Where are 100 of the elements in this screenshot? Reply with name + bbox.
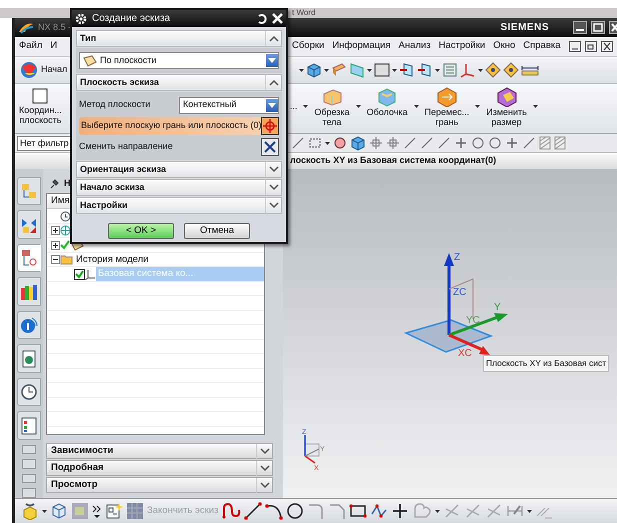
move-icon[interactable] bbox=[386, 136, 400, 150]
resource-tab[interactable] bbox=[17, 210, 41, 239]
select-button[interactable] bbox=[261, 117, 279, 135]
resource-tab[interactable] bbox=[17, 244, 41, 272]
window-title: NX 8.5 - bbox=[38, 20, 72, 34]
resource-tab[interactable] bbox=[17, 411, 41, 440]
section-header[interactable]: Просмотр bbox=[46, 477, 273, 493]
minimize-icon[interactable] bbox=[569, 41, 581, 52]
menu-item[interactable]: Информация bbox=[328, 39, 395, 54]
cancel-button[interactable]: Отмена bbox=[184, 223, 250, 239]
axis-label: XC bbox=[458, 348, 472, 359]
menu-item[interactable]: Окно bbox=[489, 39, 520, 54]
cube-icon[interactable] bbox=[350, 135, 366, 151]
type-dropdown[interactable]: По плоскости bbox=[79, 52, 279, 69]
ribbon-button[interactable]: Оболочка bbox=[366, 84, 408, 117]
wireframe-cube-icon[interactable] bbox=[50, 502, 68, 520]
group-header[interactable]: Начало эскиза bbox=[76, 179, 282, 196]
datum-icon bbox=[60, 225, 71, 236]
info-icon bbox=[20, 316, 38, 334]
expand-icon[interactable] bbox=[51, 226, 60, 235]
resource-tab[interactable] bbox=[17, 310, 41, 340]
face-arrow-icon[interactable] bbox=[417, 62, 434, 78]
minimize-icon[interactable] bbox=[573, 21, 587, 34]
menu-item[interactable]: Файл bbox=[15, 39, 46, 54]
section-header[interactable]: Зависимости bbox=[46, 443, 273, 459]
ribbon-button[interactable]: Изменить размер bbox=[486, 84, 527, 127]
csys-drawing[interactable] bbox=[404, 253, 508, 355]
crosshair-icon bbox=[263, 119, 278, 133]
menu-item[interactable]: Справка bbox=[519, 39, 565, 54]
maximize-icon[interactable] bbox=[591, 21, 605, 34]
checkbox-icon[interactable] bbox=[74, 268, 85, 280]
check-icon[interactable] bbox=[60, 240, 70, 250]
panel-title: Н bbox=[64, 177, 70, 190]
start-button[interactable]: Начал bbox=[41, 63, 68, 77]
axes-icon[interactable] bbox=[460, 62, 476, 78]
group-header[interactable]: Ориентация эскиза bbox=[76, 161, 282, 178]
arc-icon[interactable] bbox=[265, 502, 284, 520]
square-outline-icon bbox=[31, 87, 50, 105]
slab-icon[interactable] bbox=[331, 62, 348, 78]
menu-item[interactable]: Сборки bbox=[288, 39, 328, 54]
close-icon[interactable] bbox=[609, 21, 617, 34]
method-dropdown[interactable]: Контекстный bbox=[179, 96, 279, 114]
column-header[interactable]: Имя bbox=[51, 194, 70, 208]
settings-icon[interactable] bbox=[75, 12, 87, 24]
folder-icon bbox=[60, 254, 74, 265]
chevron-icon[interactable] bbox=[92, 503, 102, 519]
profile-icon[interactable] bbox=[221, 502, 242, 520]
menu-item[interactable]: Настройки bbox=[434, 39, 490, 54]
collapse-icon[interactable] bbox=[51, 255, 60, 264]
plane-icon bbox=[83, 54, 97, 66]
sphere-icon[interactable] bbox=[333, 136, 347, 150]
resource-tab[interactable] bbox=[17, 378, 41, 406]
reverse-button[interactable] bbox=[261, 138, 279, 156]
section-header[interactable]: Подробная bbox=[46, 460, 273, 476]
document-icon bbox=[20, 350, 38, 368]
pin-icon[interactable] bbox=[49, 179, 59, 189]
cube-icon[interactable] bbox=[21, 502, 39, 520]
resource-tab[interactable] bbox=[17, 277, 41, 306]
square-icon[interactable] bbox=[374, 62, 390, 78]
group-header[interactable]: Плоскость эскиза bbox=[76, 74, 282, 91]
expand-icon[interactable] bbox=[51, 240, 60, 250]
hexagon-icon bbox=[496, 87, 518, 107]
plus-icon[interactable] bbox=[391, 502, 410, 520]
menu-item[interactable]: И bbox=[46, 39, 62, 54]
cube-icon[interactable] bbox=[306, 62, 322, 78]
flip-icon bbox=[263, 140, 277, 154]
selection-row[interactable]: Выберите плоскую грань или плоскость (0) bbox=[79, 117, 279, 135]
circle-icon[interactable] bbox=[286, 502, 304, 520]
sheet-icon[interactable] bbox=[442, 62, 458, 78]
group-header[interactable]: Тип bbox=[76, 30, 282, 47]
move-icon[interactable] bbox=[369, 136, 383, 150]
books-icon bbox=[20, 282, 38, 301]
ribbon-button[interactable]: Координ... плоскость bbox=[19, 84, 62, 125]
palette-icon bbox=[20, 416, 38, 435]
line-icon[interactable] bbox=[244, 502, 262, 520]
polyline-icon[interactable] bbox=[370, 502, 388, 520]
axis-label: ZC bbox=[453, 287, 466, 298]
sketch-icon[interactable] bbox=[105, 502, 123, 520]
ribbon-button[interactable]: Обрезка тела bbox=[314, 84, 350, 127]
tooltip: Плоскость XY из Базовая сист bbox=[483, 355, 610, 372]
field-label: Сменить направление bbox=[79, 140, 173, 154]
face-arrow-icon[interactable] bbox=[399, 62, 416, 78]
menu-item[interactable]: Анализ bbox=[394, 39, 435, 54]
ribbon-button[interactable]: ... bbox=[290, 84, 298, 111]
tree-item[interactable]: История модели bbox=[74, 253, 150, 266]
filter-dropdown[interactable]: Нет фильтр bbox=[17, 136, 73, 150]
reset-icon[interactable] bbox=[256, 13, 267, 24]
restore-icon[interactable] bbox=[585, 41, 597, 52]
diamond-icon[interactable] bbox=[503, 62, 520, 78]
select-box-icon[interactable] bbox=[308, 136, 322, 150]
globe-icon[interactable] bbox=[19, 61, 39, 79]
ribbon-button[interactable]: Перемес... грань bbox=[424, 84, 470, 127]
resource-tab[interactable] bbox=[17, 344, 41, 373]
diamond-icon[interactable] bbox=[485, 62, 502, 78]
ok-button[interactable]: < OK > bbox=[108, 223, 174, 239]
close-icon[interactable] bbox=[601, 41, 613, 52]
dropdown-arrow-icon bbox=[268, 58, 276, 63]
axis-label: Z bbox=[454, 252, 460, 263]
group-header[interactable]: Настройки bbox=[76, 197, 282, 214]
rectangle-icon[interactable] bbox=[349, 502, 368, 520]
